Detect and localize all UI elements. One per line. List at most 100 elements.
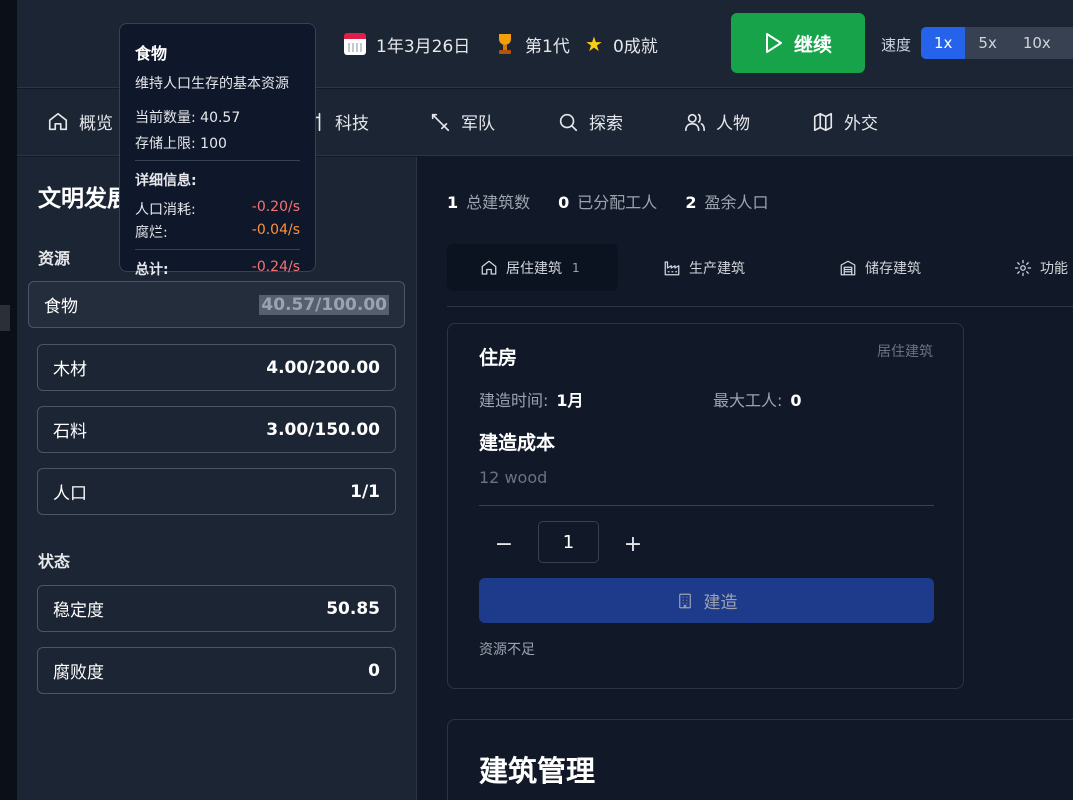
tooltip-description: 维持人口生存的基本资源 <box>135 76 289 92</box>
tooltip-details-heading: 详细信息: <box>135 173 197 189</box>
map-icon <box>813 112 833 131</box>
tooltip-total-row: 总计: -0.24/s <box>135 259 300 278</box>
speed-50x-button[interactable]: 5 <box>1064 27 1073 59</box>
building-name: 住房 <box>479 347 518 369</box>
nav-explore-label: 探索 <box>589 114 623 134</box>
nav-overview[interactable]: 概览 <box>47 109 113 134</box>
sword-icon <box>431 113 450 131</box>
date-display: 1年3月26日 <box>344 30 470 58</box>
nav-overview-label: 概览 <box>79 114 113 134</box>
status-value: 50.85 <box>326 598 380 619</box>
gear-icon <box>1014 259 1032 276</box>
tooltip-capacity: 存储上限: 100 <box>135 136 227 152</box>
nav-explore[interactable]: 探索 <box>557 109 623 134</box>
status-heading: 状态 <box>38 552 71 571</box>
tab-label: 储存建筑 <box>865 260 921 277</box>
factory-icon <box>664 260 680 275</box>
speed-10x-button[interactable]: 10x <box>1010 27 1064 59</box>
achievements-display[interactable]: ★ 0成就 <box>585 30 658 58</box>
star-icon: ★ <box>585 32 603 56</box>
tab-label: 居住建筑 <box>506 260 562 277</box>
stat-total-buildings: 1 总建筑数 <box>447 193 531 212</box>
status-name: 稳定度 <box>53 601 104 621</box>
speed-label: 速度 <box>881 36 912 54</box>
stat-surplus-population: 2 盈余人口 <box>685 193 769 212</box>
building-stats: 1 总建筑数 0 已分配工人 2 盈余人口 <box>447 189 768 213</box>
resource-value: 3.00/150.00 <box>266 419 380 440</box>
building-icon <box>678 593 691 608</box>
tooltip-divider <box>135 249 300 250</box>
resource-food[interactable]: 食物 40.57/100.00 <box>28 281 405 328</box>
speed-5x-button[interactable]: 5x <box>965 27 1009 59</box>
insufficient-resources-text: 资源不足 <box>479 642 535 658</box>
tab-functional[interactable]: 功能 <box>1014 244 1068 291</box>
resource-stone[interactable]: 石料 3.00/150.00 <box>37 406 396 453</box>
nav-diplomacy-label: 外交 <box>844 114 878 134</box>
status-stability[interactable]: 稳定度 50.85 <box>37 585 396 632</box>
cost-heading: 建造成本 <box>479 432 556 454</box>
quantity-input[interactable] <box>538 521 599 563</box>
building-tabs: 居住建筑 1 生产建筑 储存建筑 功能 <box>447 244 1073 307</box>
building-management-card: 建筑管理 <box>447 719 1073 800</box>
speed-1x-button[interactable]: 1x <box>921 27 966 59</box>
building-card-housing: 住房 居住建筑 建造时间:1月 最大工人:0 建造成本 12 wood − + … <box>447 323 964 689</box>
nav-military[interactable]: 军队 <box>429 109 495 134</box>
nav-characters-label: 人物 <box>716 114 750 134</box>
continue-button[interactable]: 继续 <box>731 13 865 73</box>
resource-tooltip: 食物 维持人口生存的基本资源 当前数量: 40.57 存储上限: 100 详细信… <box>119 23 316 278</box>
generation-text: 第1代 <box>525 36 570 57</box>
resource-name: 人口 <box>53 484 87 504</box>
tooltip-detail-row: 腐烂: -0.04/s <box>135 222 300 241</box>
tab-label: 功能 <box>1040 260 1068 277</box>
edge-marker <box>0 305 10 331</box>
calendar-icon <box>344 33 366 55</box>
stat-assigned-workers: 0 已分配工人 <box>558 193 658 212</box>
build-label: 建造 <box>703 593 738 613</box>
nav-tech-label: 科技 <box>335 114 369 134</box>
main-content: 1 总建筑数 0 已分配工人 2 盈余人口 居住建筑 1 生产建筑 储存建筑 功能 住… <box>418 157 1073 800</box>
date-text: 1年3月26日 <box>376 36 471 57</box>
resource-name: 木材 <box>53 360 87 380</box>
resource-wood[interactable]: 木材 4.00/200.00 <box>37 344 396 391</box>
tooltip-divider <box>135 160 300 161</box>
build-button[interactable]: 建造 <box>479 578 934 623</box>
decrease-button[interactable]: − <box>492 532 516 557</box>
users-icon <box>685 113 705 131</box>
nav-characters[interactable]: 人物 <box>684 109 750 134</box>
search-icon <box>559 113 578 131</box>
tab-residential[interactable]: 居住建筑 1 <box>447 244 618 291</box>
continue-label: 继续 <box>793 33 832 56</box>
nav-military-label: 军队 <box>461 114 495 134</box>
resources-heading: 资源 <box>38 249 71 268</box>
home-icon <box>481 260 497 275</box>
tab-production[interactable]: 生产建筑 <box>663 244 745 291</box>
management-title: 建筑管理 <box>479 754 596 788</box>
tooltip-current: 当前数量: 40.57 <box>135 110 241 126</box>
play-icon <box>765 33 782 53</box>
warehouse-icon <box>840 260 856 275</box>
card-divider <box>479 505 934 506</box>
increase-button[interactable]: + <box>621 532 645 557</box>
resource-value: 1/1 <box>350 481 380 502</box>
left-edge <box>0 0 17 800</box>
status-value: 0 <box>368 660 380 681</box>
tooltip-name: 食物 <box>135 44 168 63</box>
tab-storage[interactable]: 储存建筑 <box>839 244 921 291</box>
resource-name: 食物 <box>44 297 78 317</box>
tab-count: 1 <box>572 260 580 275</box>
tooltip-detail-row: 人口消耗: -0.20/s <box>135 199 300 218</box>
build-time: 建造时间: 1月 <box>479 391 584 410</box>
home-icon <box>48 112 68 130</box>
status-name: 腐败度 <box>53 663 104 683</box>
sidebar-title: 文明发展 <box>38 186 130 212</box>
nav-diplomacy[interactable]: 外交 <box>812 109 878 134</box>
max-workers: 最大工人: 0 <box>713 391 802 410</box>
speed-selector: 1x 5x 10x 5 <box>921 27 1073 59</box>
generation-display: 第1代 <box>495 30 570 58</box>
resource-value: 4.00/200.00 <box>266 357 380 378</box>
tab-label: 生产建筑 <box>689 260 745 277</box>
resource-name: 石料 <box>53 422 87 442</box>
building-type: 居住建筑 <box>877 344 933 360</box>
resource-population[interactable]: 人口 1/1 <box>37 468 396 515</box>
status-corruption[interactable]: 腐败度 0 <box>37 647 396 694</box>
